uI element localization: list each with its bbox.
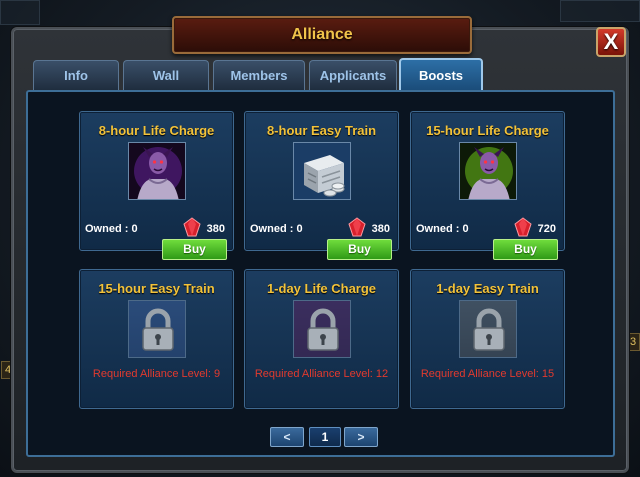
tab-label: Wall bbox=[152, 68, 180, 83]
tab-label: Info bbox=[64, 68, 88, 83]
required-level-text: Required Alliance Level: 12 bbox=[254, 368, 389, 380]
required-level-text: Required Alliance Level: 15 bbox=[420, 368, 555, 380]
tab-info[interactable]: Info bbox=[33, 60, 119, 90]
tab-applicants[interactable]: Applicants bbox=[309, 60, 397, 90]
ruby-gem-icon bbox=[514, 217, 532, 237]
close-button[interactable]: X bbox=[596, 27, 626, 57]
boost-title: 1-day Life Charge bbox=[266, 281, 377, 296]
boost-price: 720 bbox=[537, 223, 556, 235]
boost-card: 15-hour Life Charge Owned : 0 720 Buy bbox=[410, 111, 565, 260]
boost-title: 1-day Easy Train bbox=[436, 281, 539, 296]
background-structure bbox=[560, 0, 640, 22]
tab-label: Members bbox=[230, 68, 288, 83]
ruby-gem-icon bbox=[183, 217, 201, 237]
silver-coin-crate-icon bbox=[293, 142, 351, 200]
window-title: Alliance bbox=[291, 26, 353, 43]
tab-boosts[interactable]: Boosts bbox=[399, 58, 483, 91]
boost-card: 8-hour Easy Train Owned : 0 380 Buy bbox=[244, 111, 399, 260]
owned-count: Owned : 0 bbox=[416, 223, 469, 235]
padlock-icon bbox=[128, 300, 186, 358]
padlock-icon bbox=[459, 300, 517, 358]
boost-price: 380 bbox=[371, 223, 390, 235]
tab-label: Boosts bbox=[418, 68, 464, 83]
owned-count: Owned : 0 bbox=[85, 223, 138, 235]
locked-boost-card: 1-day Life Charge Required Alliance Leve… bbox=[244, 269, 399, 409]
tab-wall[interactable]: Wall bbox=[123, 60, 209, 90]
tab-label: Applicants bbox=[319, 68, 387, 83]
current-page-indicator: 1 bbox=[309, 427, 341, 447]
padlock-icon bbox=[293, 300, 351, 358]
window-title-plate: Alliance bbox=[172, 16, 472, 54]
prev-page-button[interactable]: < bbox=[270, 427, 304, 447]
boost-price: 380 bbox=[206, 223, 225, 235]
boost-title: 8-hour Life Charge bbox=[98, 123, 215, 138]
boost-title: 15-hour Life Charge bbox=[426, 123, 549, 138]
boost-card: 8-hour Life Charge Owned : 0 380 Buy bbox=[79, 111, 234, 260]
owned-count: Owned : 0 bbox=[250, 223, 303, 235]
buy-button[interactable]: Buy bbox=[327, 239, 392, 260]
ruby-gem-icon bbox=[348, 217, 366, 237]
boost-title: 8-hour Easy Train bbox=[266, 123, 377, 138]
buy-button[interactable]: Buy bbox=[162, 239, 227, 260]
locked-boost-card: 15-hour Easy Train Required Alliance Lev… bbox=[79, 269, 234, 409]
background-structure bbox=[0, 0, 40, 25]
required-level-text: Required Alliance Level: 9 bbox=[92, 368, 221, 380]
tab-members[interactable]: Members bbox=[213, 60, 305, 90]
next-page-button[interactable]: > bbox=[344, 427, 378, 447]
locked-boost-card: 1-day Easy Train Required Alliance Level… bbox=[410, 269, 565, 409]
boost-title: 15-hour Easy Train bbox=[98, 281, 215, 296]
green-demon-portrait-icon bbox=[459, 142, 517, 200]
close-icon: X bbox=[603, 29, 619, 54]
purple-demon-portrait-icon bbox=[128, 142, 186, 200]
buy-button[interactable]: Buy bbox=[493, 239, 558, 260]
